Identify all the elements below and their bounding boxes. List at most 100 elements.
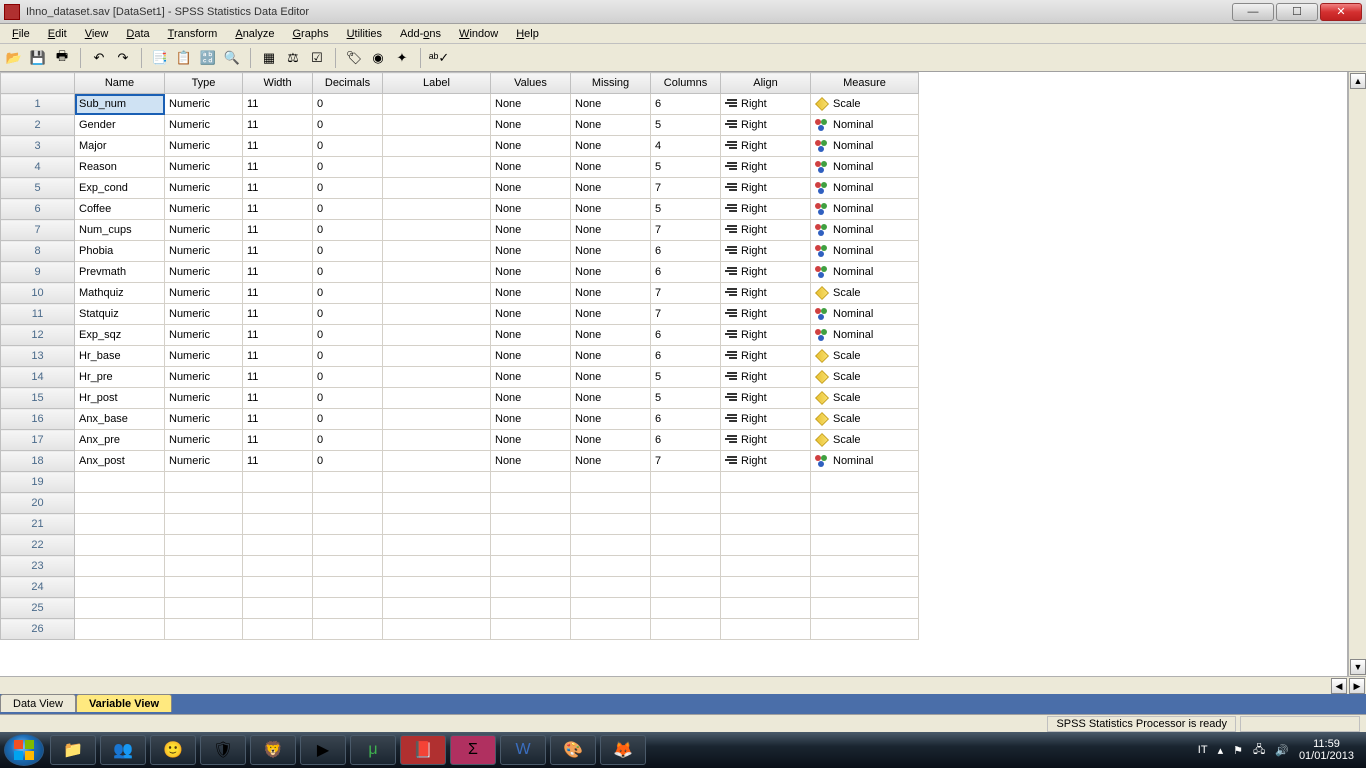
cell-values[interactable]: None	[491, 220, 571, 241]
cell-decimals[interactable]: 0	[313, 388, 383, 409]
empty-cell[interactable]	[811, 577, 919, 598]
cell-label[interactable]	[383, 388, 491, 409]
empty-cell[interactable]	[243, 556, 313, 577]
empty-cell[interactable]	[491, 493, 571, 514]
cell-columns[interactable]: 6	[651, 430, 721, 451]
tab-variable-view[interactable]: Variable View	[76, 694, 172, 712]
menu-graphs[interactable]: Graphs	[284, 26, 336, 42]
cell-measure[interactable]: Nominal	[811, 199, 919, 220]
empty-cell[interactable]	[75, 598, 165, 619]
row-header[interactable]: 9	[1, 262, 75, 283]
empty-cell[interactable]	[313, 556, 383, 577]
cell-align[interactable]: Right	[721, 178, 811, 199]
cell-values[interactable]: None	[491, 157, 571, 178]
row-header[interactable]: 1	[1, 94, 75, 115]
cell-label[interactable]	[383, 199, 491, 220]
empty-cell[interactable]	[165, 556, 243, 577]
empty-cell[interactable]	[811, 598, 919, 619]
row-header[interactable]: 22	[1, 535, 75, 556]
cell-type[interactable]: Numeric	[165, 220, 243, 241]
task-security-icon[interactable]: 🛡	[200, 735, 246, 765]
empty-cell[interactable]	[313, 472, 383, 493]
cell-missing[interactable]: None	[571, 325, 651, 346]
cell-name[interactable]: Coffee	[75, 199, 165, 220]
empty-cell[interactable]	[165, 577, 243, 598]
cell-measure[interactable]: Nominal	[811, 241, 919, 262]
cell-missing[interactable]: None	[571, 94, 651, 115]
cell-label[interactable]	[383, 157, 491, 178]
cell-label[interactable]	[383, 178, 491, 199]
empty-cell[interactable]	[491, 577, 571, 598]
cell-label[interactable]	[383, 94, 491, 115]
corner-header[interactable]	[1, 73, 75, 94]
task-paint-icon[interactable]: 🎨	[550, 735, 596, 765]
row-header[interactable]: 12	[1, 325, 75, 346]
cell-label[interactable]	[383, 367, 491, 388]
cell-measure[interactable]: Scale	[811, 283, 919, 304]
value-labels-icon[interactable]: 🏷	[344, 48, 364, 68]
empty-cell[interactable]	[571, 514, 651, 535]
row-header[interactable]: 21	[1, 514, 75, 535]
cell-width[interactable]: 11	[243, 115, 313, 136]
cell-label[interactable]	[383, 346, 491, 367]
cell-values[interactable]: None	[491, 241, 571, 262]
cell-measure[interactable]: Scale	[811, 388, 919, 409]
cell-width[interactable]: 11	[243, 367, 313, 388]
undo-icon[interactable]: ↶	[89, 48, 109, 68]
empty-cell[interactable]	[721, 577, 811, 598]
cell-width[interactable]: 11	[243, 451, 313, 472]
menu-edit[interactable]: Edit	[40, 26, 75, 42]
cell-width[interactable]: 11	[243, 157, 313, 178]
cell-width[interactable]: 11	[243, 262, 313, 283]
cell-width[interactable]: 11	[243, 430, 313, 451]
menu-transform[interactable]: Transform	[160, 26, 226, 42]
cell-measure[interactable]: Nominal	[811, 451, 919, 472]
tray-network-icon[interactable]: 🖧	[1253, 741, 1265, 760]
redo-icon[interactable]: ↷	[113, 48, 133, 68]
empty-cell[interactable]	[313, 598, 383, 619]
cell-values[interactable]: None	[491, 136, 571, 157]
cell-width[interactable]: 11	[243, 409, 313, 430]
row-header[interactable]: 19	[1, 472, 75, 493]
cell-decimals[interactable]: 0	[313, 367, 383, 388]
select-cases-icon[interactable]: ☑	[307, 48, 327, 68]
cell-name[interactable]: Mathquiz	[75, 283, 165, 304]
cell-missing[interactable]: None	[571, 199, 651, 220]
row-header[interactable]: 5	[1, 178, 75, 199]
menu-data[interactable]: Data	[118, 26, 157, 42]
cell-width[interactable]: 11	[243, 178, 313, 199]
print-icon[interactable]: 🖶	[52, 48, 72, 68]
cell-width[interactable]: 11	[243, 304, 313, 325]
scroll-left-icon[interactable]: ◀	[1331, 678, 1347, 694]
empty-cell[interactable]	[243, 535, 313, 556]
empty-cell[interactable]	[75, 514, 165, 535]
cell-missing[interactable]: None	[571, 115, 651, 136]
cell-decimals[interactable]: 0	[313, 241, 383, 262]
task-messenger-icon[interactable]: 👥	[100, 735, 146, 765]
scroll-right-icon[interactable]: ▶	[1349, 678, 1365, 694]
save-icon[interactable]: 💾	[28, 48, 48, 68]
cell-type[interactable]: Numeric	[165, 451, 243, 472]
cell-values[interactable]: None	[491, 451, 571, 472]
cell-measure[interactable]: Nominal	[811, 325, 919, 346]
empty-cell[interactable]	[313, 577, 383, 598]
cell-decimals[interactable]: 0	[313, 115, 383, 136]
empty-cell[interactable]	[165, 619, 243, 640]
menu-analyze[interactable]: Analyze	[227, 26, 282, 42]
empty-cell[interactable]	[243, 619, 313, 640]
row-header[interactable]: 24	[1, 577, 75, 598]
cell-width[interactable]: 11	[243, 388, 313, 409]
maximize-button[interactable]: ☐	[1276, 3, 1318, 21]
cell-type[interactable]: Numeric	[165, 241, 243, 262]
open-icon[interactable]: 📂	[4, 48, 24, 68]
cell-align[interactable]: Right	[721, 136, 811, 157]
empty-cell[interactable]	[75, 556, 165, 577]
cell-type[interactable]: Numeric	[165, 136, 243, 157]
cell-label[interactable]	[383, 136, 491, 157]
task-spss-icon[interactable]: Σ	[450, 735, 496, 765]
cell-columns[interactable]: 4	[651, 136, 721, 157]
menu-utilities[interactable]: Utilities	[339, 26, 390, 42]
cell-values[interactable]: None	[491, 325, 571, 346]
cell-align[interactable]: Right	[721, 283, 811, 304]
empty-cell[interactable]	[651, 577, 721, 598]
